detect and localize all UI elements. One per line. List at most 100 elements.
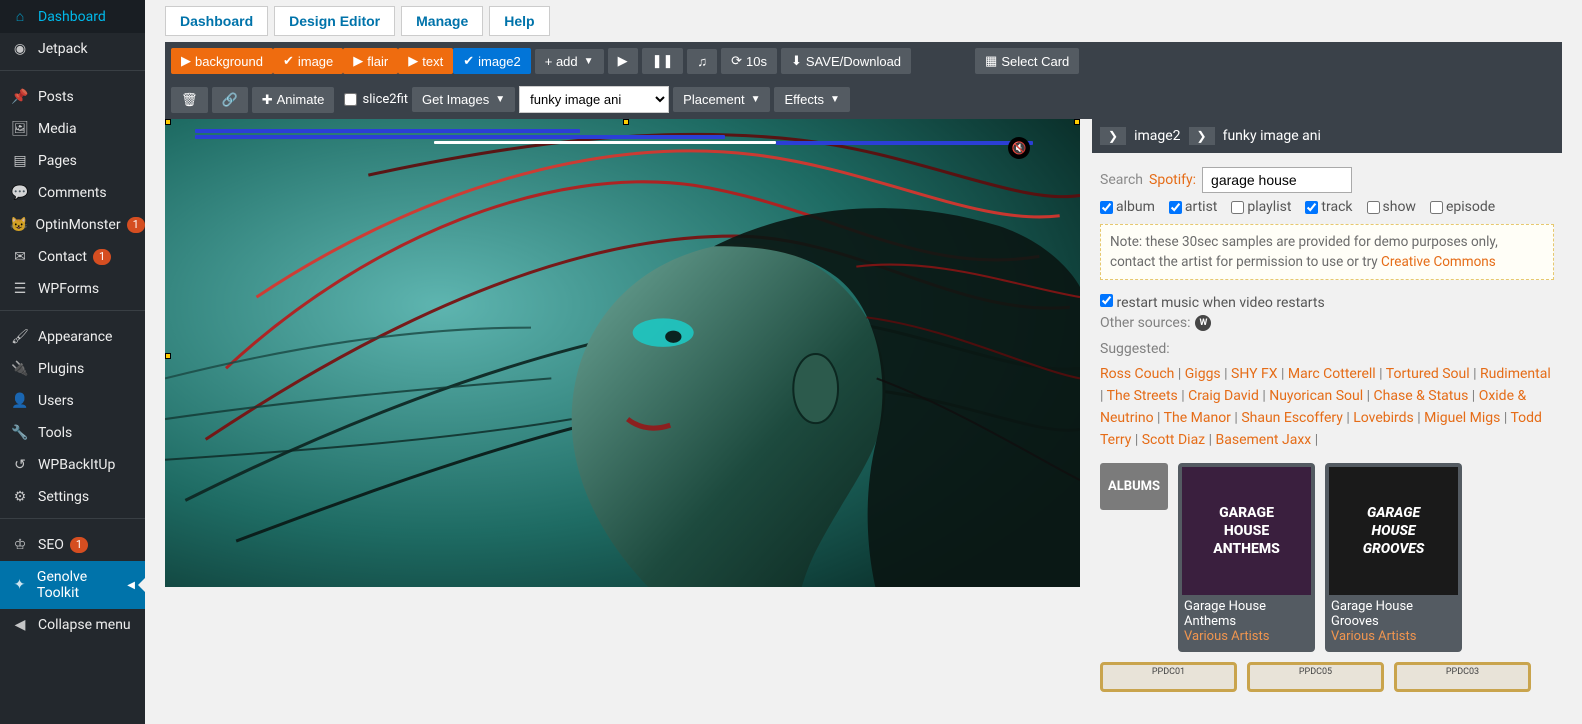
menu-icon: 🖼 (10, 121, 30, 137)
suggested-link[interactable]: Giggs (1185, 366, 1221, 382)
filter-artist-checkbox[interactable] (1169, 201, 1182, 214)
effects-button[interactable]: Effects ▼ (774, 87, 849, 112)
menu-label: Tools (38, 425, 72, 441)
album-card[interactable]: PPDC05 (1247, 662, 1384, 692)
filter-playlist[interactable]: playlist (1231, 199, 1291, 215)
wordpress-icon[interactable]: W (1195, 315, 1211, 331)
mute-icon[interactable]: 🔇 (1008, 137, 1030, 159)
filter-track[interactable]: track (1305, 199, 1352, 215)
restart-control[interactable]: restart music when video restarts (1100, 295, 1325, 311)
tab-manage[interactable]: Manage (401, 6, 483, 36)
slice2fit-control[interactable]: slice2fit (338, 92, 408, 107)
sidebar-item-posts[interactable]: 📌Posts (0, 81, 145, 113)
filter-album-checkbox[interactable] (1100, 201, 1113, 214)
placement-button[interactable]: Placement ▼ (673, 87, 770, 112)
filter-album[interactable]: album (1100, 199, 1155, 215)
layer-image-button[interactable]: ✔ image (273, 48, 343, 74)
suggested-link[interactable]: The Manor (1164, 410, 1231, 426)
suggested-link[interactable]: Scott Diaz (1142, 432, 1205, 448)
filter-artist[interactable]: artist (1169, 199, 1218, 215)
menu-label: SEO (38, 537, 64, 553)
sidebar-item-collapse-menu[interactable]: ◀Collapse menu (0, 609, 145, 641)
layer-image2-button[interactable]: ✔ image2 (453, 48, 531, 74)
sidebar-item-comments[interactable]: 💬Comments (0, 177, 145, 209)
sidebar-item-genolve-toolkit[interactable]: ✦Genolve Toolkit◀ (0, 561, 145, 609)
suggested-label: Suggested: (1100, 341, 1554, 357)
design-canvas[interactable]: 🔇 (165, 119, 1080, 587)
layer-background-button[interactable]: ▶ background (171, 48, 273, 74)
layer-flair-button[interactable]: ▶ flair (343, 48, 398, 74)
pause-button[interactable]: ❚❚ (642, 48, 684, 74)
sidebar-item-optinmonster[interactable]: 😺OptinMonster1 (0, 209, 145, 241)
albums-row: ALBUMS GARAGEHOUSEANTHEMSGarage House An… (1100, 463, 1554, 652)
sidebar-item-pages[interactable]: ▤Pages (0, 145, 145, 177)
restart-checkbox[interactable] (1100, 294, 1113, 307)
play-button[interactable]: ▶ (608, 48, 638, 74)
suggested-link[interactable]: Miguel Migs (1424, 410, 1500, 426)
filter-show[interactable]: show (1367, 199, 1416, 215)
suggested-link[interactable]: Lovebirds (1353, 410, 1414, 426)
link-button[interactable]: 🔗 (212, 87, 248, 113)
sidebar-item-contact[interactable]: ✉Contact1 (0, 241, 145, 273)
suggested-link[interactable]: Tortured Soul (1386, 366, 1470, 382)
sidebar-item-settings[interactable]: ⚙Settings (0, 481, 145, 513)
albums-section-label: ALBUMS (1100, 463, 1168, 510)
slice2fit-checkbox[interactable] (344, 93, 357, 106)
top-tabs: DashboardDesign EditorManageHelp (165, 0, 1562, 42)
music-button[interactable]: ♫ (687, 49, 717, 74)
plus-icon: ✚ (262, 92, 273, 108)
sidebar-item-plugins[interactable]: 🔌Plugins (0, 353, 145, 385)
suggested-link[interactable]: Chase & Status (1374, 388, 1469, 404)
tab-design-editor[interactable]: Design Editor (274, 6, 395, 36)
animation-select[interactable]: funky image ani (519, 86, 669, 113)
chevron-right-icon[interactable]: ❯ (1189, 127, 1215, 145)
suggested-link[interactable]: Ross Couch (1100, 366, 1174, 382)
layer-text-button[interactable]: ▶ text (398, 48, 453, 74)
album-title: Garage House Grooves (1329, 595, 1458, 629)
breadcrumb-anim: funky image ani (1223, 128, 1321, 144)
menu-icon: ✉ (10, 249, 30, 265)
menu-icon: 📌 (10, 89, 30, 105)
suggested-link[interactable]: Basement Jaxx (1216, 432, 1312, 448)
sidebar-item-wpbackitup[interactable]: ↺WPBackItUp (0, 449, 145, 481)
add-layer-button[interactable]: + add ▼ (535, 49, 604, 74)
suggested-link[interactable]: SHY FX (1231, 366, 1278, 382)
sidebar-item-dashboard[interactable]: ⌂Dashboard (0, 0, 145, 33)
filter-playlist-checkbox[interactable] (1231, 201, 1244, 214)
sidebar-item-jetpack[interactable]: ◉Jetpack (0, 33, 145, 65)
sidebar-item-users[interactable]: 👤Users (0, 385, 145, 417)
sidebar-item-appearance[interactable]: 🖌Appearance (0, 321, 145, 353)
filter-show-checkbox[interactable] (1367, 201, 1380, 214)
sidebar-item-tools[interactable]: 🔧Tools (0, 417, 145, 449)
suggested-link[interactable]: Craig David (1188, 388, 1259, 404)
sidebar-item-seo[interactable]: ♔SEO1 (0, 529, 145, 561)
sidebar-item-wpforms[interactable]: ☰WPForms (0, 273, 145, 305)
suggested-link[interactable]: The Streets (1107, 388, 1178, 404)
save-download-button[interactable]: ⬇ SAVE/Download (781, 48, 911, 74)
suggested-link[interactable]: Rudimental (1480, 366, 1551, 382)
creative-commons-link[interactable]: Creative Commons (1381, 254, 1496, 270)
delete-button[interactable]: 🗑 (171, 87, 208, 113)
album-card[interactable]: GARAGEHOUSEANTHEMSGarage House AnthemsVa… (1178, 463, 1315, 652)
chevron-right-icon[interactable]: ❯ (1100, 127, 1126, 145)
get-images-button[interactable]: Get Images ▼ (412, 87, 515, 112)
menu-icon: ♔ (10, 537, 30, 553)
tab-dashboard[interactable]: Dashboard (165, 6, 268, 36)
filter-episode-checkbox[interactable] (1430, 201, 1443, 214)
album-card[interactable]: PPDC03 (1394, 662, 1531, 692)
search-input[interactable] (1202, 167, 1352, 193)
tab-help[interactable]: Help (489, 6, 549, 36)
filter-track-checkbox[interactable] (1305, 201, 1318, 214)
album-cover: GARAGEHOUSEGROOVES (1329, 467, 1458, 595)
suggested-link[interactable]: Shaun Escoffery (1241, 410, 1343, 426)
suggested-link[interactable]: Nuyorican Soul (1269, 388, 1363, 404)
menu-label: Settings (38, 489, 89, 505)
album-card[interactable]: PPDC01 (1100, 662, 1237, 692)
sidebar-item-media[interactable]: 🖼Media (0, 113, 145, 145)
suggested-link[interactable]: Marc Cotterell (1288, 366, 1376, 382)
select-card-button[interactable]: ▦ Select Card (975, 48, 1079, 74)
filter-episode[interactable]: episode (1430, 199, 1495, 215)
album-card[interactable]: GARAGEHOUSEGROOVESGarage House GroovesVa… (1325, 463, 1462, 652)
animate-button[interactable]: ✚ Animate (252, 87, 335, 113)
timer-button[interactable]: ⟳10s (721, 48, 777, 74)
